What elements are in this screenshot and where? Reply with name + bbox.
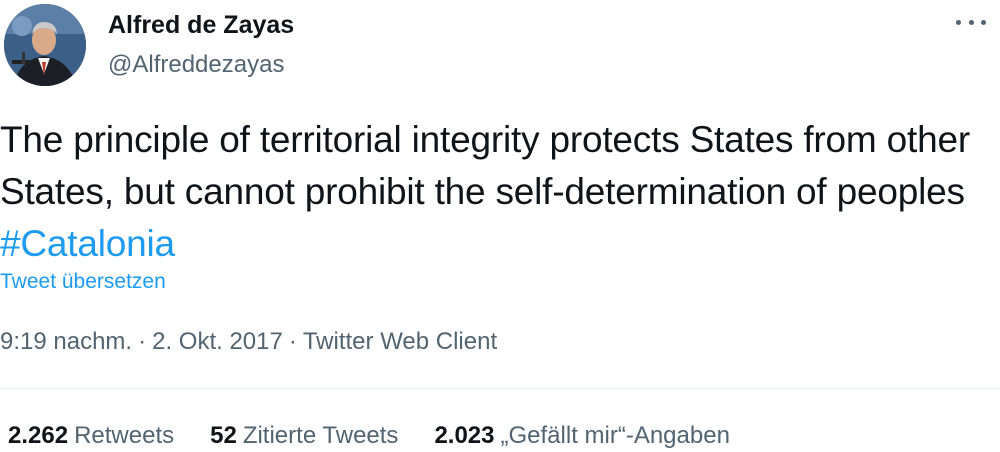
- tweet-body: The principle of territorial integrity p…: [0, 119, 970, 212]
- engagement-stats: 2.262 Retweets 52 Zitierte Tweets 2.023 „Ge…: [8, 422, 730, 450]
- tweet-date[interactable]: 2. Okt. 2017: [152, 328, 283, 355]
- likes-stat[interactable]: 2.023 „Gefällt mir“-Angaben: [434, 422, 729, 450]
- hashtag-link[interactable]: #Catalonia: [0, 223, 175, 264]
- tweet-card: Alfred de Zayas @Alfreddezayas The princ…: [0, 0, 1000, 452]
- more-dot: [981, 19, 986, 25]
- retweets-count: 2.262: [8, 422, 69, 449]
- divider: [0, 388, 1000, 389]
- likes-label: „Gefällt mir“-Angaben: [500, 422, 730, 449]
- retweets-label: Retweets: [74, 422, 175, 449]
- more-dot: [956, 19, 961, 25]
- meta-separator: ·: [138, 328, 147, 355]
- meta-separator: ·: [288, 328, 297, 355]
- likes-count: 2.023: [434, 422, 495, 449]
- avatar-image: [4, 4, 86, 86]
- retweets-stat[interactable]: 2.262 Retweets: [8, 422, 174, 450]
- more-horizontal-icon[interactable]: [956, 12, 986, 32]
- quotes-stat[interactable]: 52 Zitierte Tweets: [210, 422, 398, 450]
- more-dot: [968, 19, 974, 25]
- tweet-client[interactable]: Twitter Web Client: [303, 328, 497, 355]
- author-info: Alfred de Zayas @Alfreddezayas: [108, 10, 294, 80]
- author-display-name[interactable]: Alfred de Zayas: [108, 10, 294, 40]
- quotes-count: 52: [210, 422, 237, 449]
- translate-tweet-link[interactable]: Tweet übersetzen: [0, 270, 166, 294]
- tweet-header: Alfred de Zayas @Alfreddezayas: [0, 0, 1000, 96]
- avatar[interactable]: [4, 4, 86, 86]
- tweet-time[interactable]: 9:19 nachm.: [0, 328, 132, 355]
- tweet-meta: 9:19 nachm. · 2. Okt. 2017 · Twitter Web Cli…: [0, 328, 497, 356]
- tweet-text: The principle of territorial integrity p…: [0, 114, 1000, 270]
- quotes-label: Zitierte Tweets: [242, 422, 399, 449]
- author-handle[interactable]: @Alfreddezayas: [108, 50, 294, 80]
